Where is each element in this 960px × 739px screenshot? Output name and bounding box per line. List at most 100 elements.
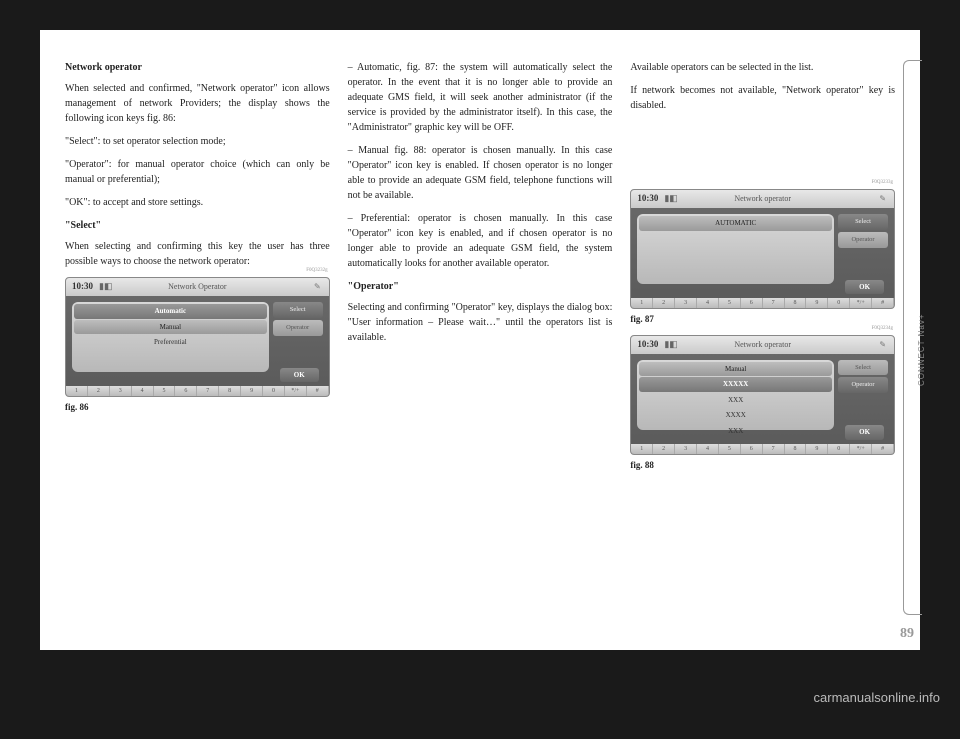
clock: 10:30 bbox=[72, 280, 93, 294]
keypad-key[interactable]: # bbox=[872, 444, 894, 454]
screen-header: 10:30 ▮◧ Network operator ✎ bbox=[631, 336, 894, 354]
keypad-key[interactable]: 4 bbox=[697, 298, 719, 308]
keypad-key[interactable]: 9 bbox=[241, 386, 263, 396]
manual-page: Network operator When selected and confi… bbox=[40, 30, 920, 650]
subheading: "Select" bbox=[65, 218, 330, 233]
phone-signal-icon: ▮◧ bbox=[664, 338, 677, 352]
spacer bbox=[630, 121, 895, 181]
keypad-row: 1 2 3 4 5 6 7 8 9 0 */+ # bbox=[66, 386, 329, 396]
keypad-key[interactable]: # bbox=[307, 386, 329, 396]
side-buttons: Select Operator bbox=[273, 302, 323, 372]
figure-87: 10:30 ▮◧ Network operator ✎ AUTOMATIC Se… bbox=[630, 189, 895, 309]
paragraph: – Preferential: operator is chosen manua… bbox=[348, 211, 613, 271]
option-automatic[interactable]: AUTOMATIC bbox=[639, 216, 832, 231]
keypad-row: 1 2 3 4 5 6 7 8 9 0 */+ # bbox=[631, 444, 894, 454]
keypad-row: 1 2 3 4 5 6 7 8 9 0 */+ # bbox=[631, 298, 894, 308]
screen-title: Network Operator bbox=[168, 281, 226, 293]
keypad-key[interactable]: 8 bbox=[219, 386, 241, 396]
select-button[interactable]: Select bbox=[838, 360, 888, 376]
screen-body: Automatic Manual Preferential Select Ope… bbox=[66, 296, 329, 378]
keypad-key[interactable]: 2 bbox=[653, 444, 675, 454]
clock: 10:30 bbox=[637, 192, 658, 206]
screen-header: 10:30 ▮◧ Network operator ✎ bbox=[631, 190, 894, 208]
operator-button[interactable]: Operator bbox=[838, 232, 888, 248]
keypad-key[interactable]: 0 bbox=[828, 298, 850, 308]
page-number: 89 bbox=[900, 626, 914, 642]
side-buttons: Select Operator bbox=[838, 214, 888, 284]
keypad-key[interactable]: 1 bbox=[631, 444, 653, 454]
keypad-key[interactable]: 4 bbox=[697, 444, 719, 454]
keypad-key[interactable]: 5 bbox=[154, 386, 176, 396]
option-manual[interactable]: Manual bbox=[74, 320, 267, 335]
image-code: F0Q3232g bbox=[306, 267, 327, 275]
paragraph: If network becomes not available, "Netwo… bbox=[630, 83, 895, 113]
option-preferential[interactable]: Preferential bbox=[74, 335, 267, 350]
option-list: Automatic Manual Preferential bbox=[72, 302, 269, 372]
subheading: "Operator" bbox=[348, 279, 613, 294]
paragraph: Available operators can be selected in t… bbox=[630, 60, 895, 75]
keypad-key[interactable]: 7 bbox=[197, 386, 219, 396]
keypad-key[interactable]: 8 bbox=[785, 444, 807, 454]
keypad-key[interactable]: 3 bbox=[110, 386, 132, 396]
keypad-key[interactable]: 0 bbox=[828, 444, 850, 454]
side-buttons: Select Operator bbox=[838, 360, 888, 430]
operator-item[interactable]: XXXXX bbox=[639, 377, 832, 392]
column-3: Available operators can be selected in t… bbox=[630, 60, 895, 635]
section-heading: Network operator bbox=[65, 60, 330, 75]
image-code: F0Q3233g bbox=[872, 179, 893, 187]
keypad-key[interactable]: 5 bbox=[719, 444, 741, 454]
select-button[interactable]: Select bbox=[273, 302, 323, 318]
phone-signal-icon: ▮◧ bbox=[99, 280, 112, 294]
ok-button[interactable]: OK bbox=[845, 425, 884, 440]
option-manual[interactable]: Manual bbox=[639, 362, 832, 377]
paragraph: – Automatic, fig. 87: the system will au… bbox=[348, 60, 613, 135]
side-tab: CONNECT Nav+ bbox=[903, 60, 922, 615]
paragraph: – Manual fig. 88: operator is chosen man… bbox=[348, 143, 613, 203]
keypad-key[interactable]: */+ bbox=[850, 298, 872, 308]
paragraph: When selecting and confirming this key t… bbox=[65, 239, 330, 269]
keypad-key[interactable]: 0 bbox=[263, 386, 285, 396]
operator-item[interactable]: XXX bbox=[639, 393, 832, 408]
keypad-key[interactable]: # bbox=[872, 298, 894, 308]
ok-button[interactable]: OK bbox=[280, 368, 319, 383]
keypad-key[interactable]: 6 bbox=[175, 386, 197, 396]
keypad-key[interactable]: 6 bbox=[741, 444, 763, 454]
keypad-key[interactable]: 1 bbox=[631, 298, 653, 308]
screen-title: Network operator bbox=[734, 339, 791, 351]
option-list: Manual XXXXX XXX XXXX XXX bbox=[637, 360, 834, 430]
keypad-key[interactable]: 7 bbox=[763, 444, 785, 454]
paragraph: When selected and confirmed, "Network op… bbox=[65, 81, 330, 126]
select-button[interactable]: Select bbox=[838, 214, 888, 230]
figure-86: 10:30 ▮◧ Network Operator ✎ Automatic Ma… bbox=[65, 277, 330, 397]
keypad-key[interactable]: 6 bbox=[741, 298, 763, 308]
paragraph: "Select": to set operator selection mode… bbox=[65, 134, 330, 149]
keypad-key[interactable]: 3 bbox=[675, 298, 697, 308]
operator-item[interactable]: XXX bbox=[639, 424, 832, 439]
option-automatic[interactable]: Automatic bbox=[74, 304, 267, 319]
figure-88: 10:30 ▮◧ Network operator ✎ Manual XXXXX… bbox=[630, 335, 895, 455]
keypad-key[interactable]: 3 bbox=[675, 444, 697, 454]
screen-body: Manual XXXXX XXX XXXX XXX Select Operato… bbox=[631, 354, 894, 436]
keypad-key[interactable]: 1 bbox=[66, 386, 88, 396]
side-tab-label: CONNECT Nav+ bbox=[918, 313, 927, 386]
screen-header: 10:30 ▮◧ Network Operator ✎ bbox=[66, 278, 329, 296]
paragraph: "Operator": for manual operator choice (… bbox=[65, 157, 330, 187]
figure-label: fig. 88 bbox=[630, 459, 895, 473]
keypad-key[interactable]: 5 bbox=[719, 298, 741, 308]
operator-button[interactable]: Operator bbox=[273, 320, 323, 336]
keypad-key[interactable]: 2 bbox=[88, 386, 110, 396]
operator-button[interactable]: Operator bbox=[838, 377, 888, 393]
ok-button[interactable]: OK bbox=[845, 280, 884, 295]
keypad-key[interactable]: 8 bbox=[785, 298, 807, 308]
keypad-key[interactable]: */+ bbox=[285, 386, 307, 396]
keypad-key[interactable]: 7 bbox=[763, 298, 785, 308]
figure-88-wrap: F0Q3234g 10:30 ▮◧ Network operator ✎ Man… bbox=[630, 335, 895, 455]
keypad-key[interactable]: */+ bbox=[850, 444, 872, 454]
keypad-key[interactable]: 9 bbox=[806, 298, 828, 308]
keypad-key[interactable]: 2 bbox=[653, 298, 675, 308]
keypad-key[interactable]: 9 bbox=[806, 444, 828, 454]
figure-label: fig. 87 bbox=[630, 313, 895, 327]
keypad-key[interactable]: 4 bbox=[132, 386, 154, 396]
figure-label: fig. 86 bbox=[65, 401, 330, 415]
operator-item[interactable]: XXXX bbox=[639, 408, 832, 423]
